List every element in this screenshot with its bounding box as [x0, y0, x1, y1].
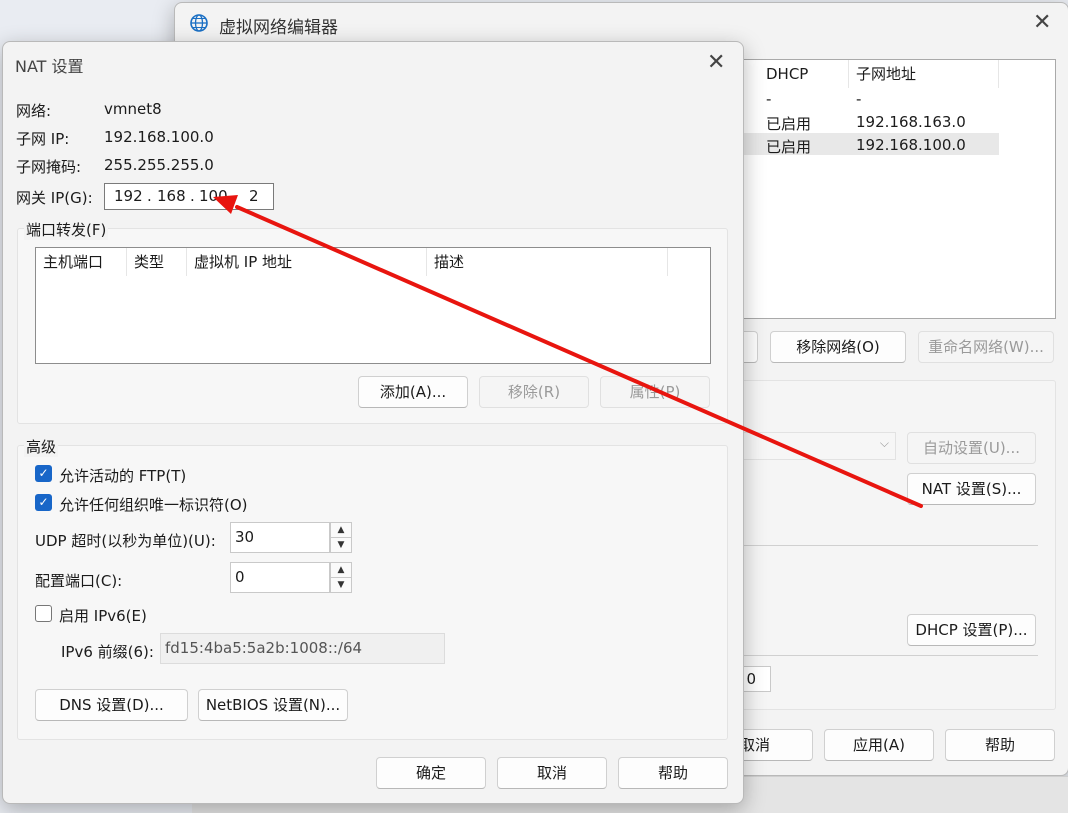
spin-up-icon[interactable]: ▲: [331, 563, 351, 577]
gateway-dot-3: .: [232, 187, 237, 205]
properties-button[interactable]: 属性(P): [600, 376, 710, 408]
port-forwarding-list[interactable]: 主机端口 类型 虚拟机 IP 地址 描述: [35, 247, 711, 364]
editor-divider-2: [700, 655, 1038, 656]
subnet-ip-value: 192.168.100.0: [104, 128, 214, 146]
config-port-spinner[interactable]: ▲ ▼: [330, 562, 352, 593]
row3-dhcp: 已启用: [766, 138, 812, 156]
gateway-octet-2[interactable]: 168: [157, 187, 186, 205]
allow-ftp-checkbox[interactable]: ✓: [35, 465, 52, 482]
nat-settings-button[interactable]: NAT 设置(S)...: [907, 473, 1036, 505]
auto-settings-button[interactable]: 自动设置(U)...: [907, 432, 1036, 464]
gateway-dot-1: .: [147, 187, 152, 205]
column-header-type[interactable]: 类型: [127, 248, 187, 276]
subnet-ip-label: 子网 IP:: [16, 130, 70, 148]
rename-network-button[interactable]: 重命名网络(W)...: [918, 331, 1054, 363]
column-header-subnet[interactable]: 子网地址: [849, 60, 999, 88]
column-header-description[interactable]: 描述: [427, 248, 668, 276]
gateway-ip-input[interactable]: 192 . 168 . 100 . 2: [104, 183, 274, 210]
gateway-octet-3[interactable]: 100: [199, 187, 228, 205]
network-value: vmnet8: [104, 100, 162, 118]
spin-down-icon[interactable]: ▼: [331, 537, 351, 552]
editor-divider-1: [700, 545, 1038, 546]
editor-close-icon[interactable]: ✕: [1033, 12, 1051, 34]
editor-title: 虚拟网络编辑器: [219, 18, 338, 38]
udp-timeout-label: UDP 超时(以秒为单位)(U):: [35, 532, 216, 550]
spin-down-icon[interactable]: ▼: [331, 577, 351, 592]
add-port-forward-button[interactable]: 添加(A)...: [358, 376, 468, 408]
config-port-input[interactable]: 0: [230, 562, 330, 593]
subnet-mask-value: 255.255.255.0: [104, 156, 214, 174]
gateway-octet-4[interactable]: 2: [249, 187, 259, 205]
netbios-settings-button[interactable]: NetBIOS 设置(N)...: [198, 689, 348, 721]
allow-org-uid-checkbox[interactable]: ✓: [35, 494, 52, 511]
ok-button[interactable]: 确定: [376, 757, 486, 789]
config-port-label: 配置端口(C):: [35, 572, 123, 590]
network-label: 网络:: [16, 102, 52, 120]
column-header-host-port[interactable]: 主机端口: [36, 248, 127, 276]
spin-up-icon[interactable]: ▲: [331, 523, 351, 537]
help-button[interactable]: 帮助: [618, 757, 728, 789]
ipv6-prefix-input[interactable]: fd15:4ba5:5a2b:1008::/64: [160, 633, 445, 664]
gateway-dot-2: .: [190, 187, 195, 205]
enable-ipv6-label[interactable]: 启用 IPv6(E): [59, 605, 147, 626]
dns-settings-button[interactable]: DNS 设置(D)...: [35, 689, 188, 721]
udp-timeout-spinner[interactable]: ▲ ▼: [330, 522, 352, 553]
advanced-title: 高级: [24, 436, 59, 457]
column-header-dhcp[interactable]: DHCP: [759, 60, 849, 88]
gateway-ip-label: 网关 IP(G):: [16, 189, 93, 207]
remove-network-button[interactable]: 移除网络(O): [770, 331, 906, 363]
udp-timeout-input[interactable]: 30: [230, 522, 330, 553]
row3-subnet: 192.168.100.0: [856, 136, 966, 154]
nat-close-icon[interactable]: ✕: [707, 52, 725, 74]
column-header-vm-ip[interactable]: 虚拟机 IP 地址: [187, 248, 427, 276]
network-list[interactable]: DHCP 子网地址 - - 已启用 192.168.163.0 已启用 192.…: [700, 59, 1056, 319]
chevron-down-icon: ⌵: [879, 436, 889, 450]
allow-ftp-label[interactable]: 允许活动的 FTP(T): [59, 465, 186, 486]
row1-dhcp: -: [766, 90, 772, 108]
row2-subnet: 192.168.163.0: [856, 113, 966, 131]
editor-apply-button[interactable]: 应用(A): [824, 729, 934, 761]
globe-icon: [189, 13, 209, 33]
editor-help-button[interactable]: 帮助: [945, 729, 1055, 761]
enable-ipv6-checkbox[interactable]: [35, 605, 52, 622]
port-forwarding-title: 端口转发(F): [24, 219, 109, 240]
row2-dhcp: 已启用: [766, 115, 812, 133]
row1-subnet: -: [856, 90, 862, 108]
cancel-button[interactable]: 取消: [497, 757, 607, 789]
allow-org-uid-label[interactable]: 允许任何组织唯一标识符(O): [59, 494, 248, 515]
ipv6-prefix-label: IPv6 前缀(6):: [61, 643, 154, 661]
gateway-octet-1[interactable]: 192: [114, 187, 143, 205]
subnet-mask-label: 子网掩码:: [16, 158, 82, 176]
nat-dialog-title: NAT 设置: [15, 57, 84, 76]
remove-port-forward-button[interactable]: 移除(R): [479, 376, 589, 408]
dhcp-settings-button[interactable]: DHCP 设置(P)...: [907, 614, 1036, 646]
